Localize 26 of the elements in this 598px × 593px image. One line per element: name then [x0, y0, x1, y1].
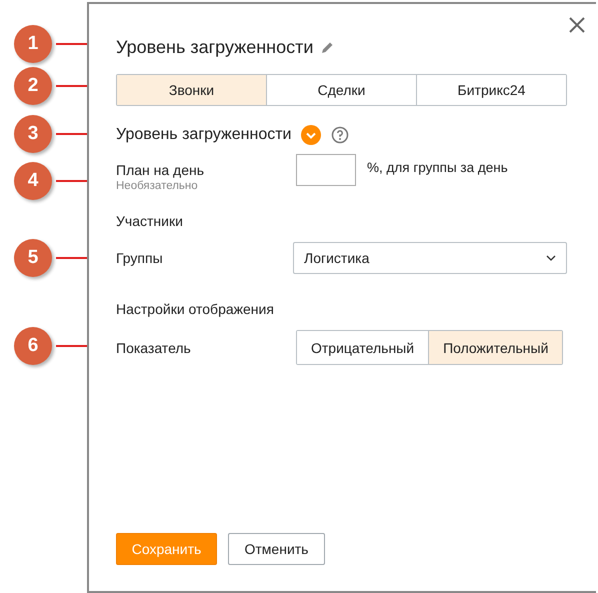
field-label: План на день: [116, 162, 206, 178]
callout-number: 3: [14, 115, 52, 153]
section-title: Настройки отображения: [116, 301, 275, 317]
field-hint: Необязательно: [116, 180, 199, 192]
field-label: Группы: [116, 250, 164, 266]
callout-number: 1: [14, 25, 52, 63]
input-field[interactable]: [296, 154, 356, 186]
callout-number: 6: [14, 327, 52, 365]
group-select[interactable]: Логистика: [293, 242, 567, 274]
field-suffix: %, для группы за день: [367, 160, 508, 175]
tab[interactable]: Битрикс24: [416, 75, 566, 105]
close-icon[interactable]: [568, 16, 586, 34]
panel-title: Уровень загруженности: [116, 37, 314, 58]
help-icon[interactable]: [331, 126, 350, 144]
chevron-icon: [546, 255, 556, 261]
section-title: Уровень загруженности: [116, 126, 292, 144]
cancel-button[interactable]: Отменить: [228, 533, 325, 565]
callout-number: 2: [14, 67, 52, 105]
callout-number: 5: [14, 239, 52, 277]
field-label: Показатель: [116, 340, 192, 356]
toggle-option[interactable]: Положительный: [428, 331, 562, 364]
pencil-icon[interactable]: [321, 41, 334, 54]
section-title: Участники: [116, 213, 184, 229]
callout-number: 4: [14, 162, 52, 200]
expand-icon[interactable]: [301, 125, 322, 145]
tab[interactable]: Звонки: [117, 75, 266, 105]
